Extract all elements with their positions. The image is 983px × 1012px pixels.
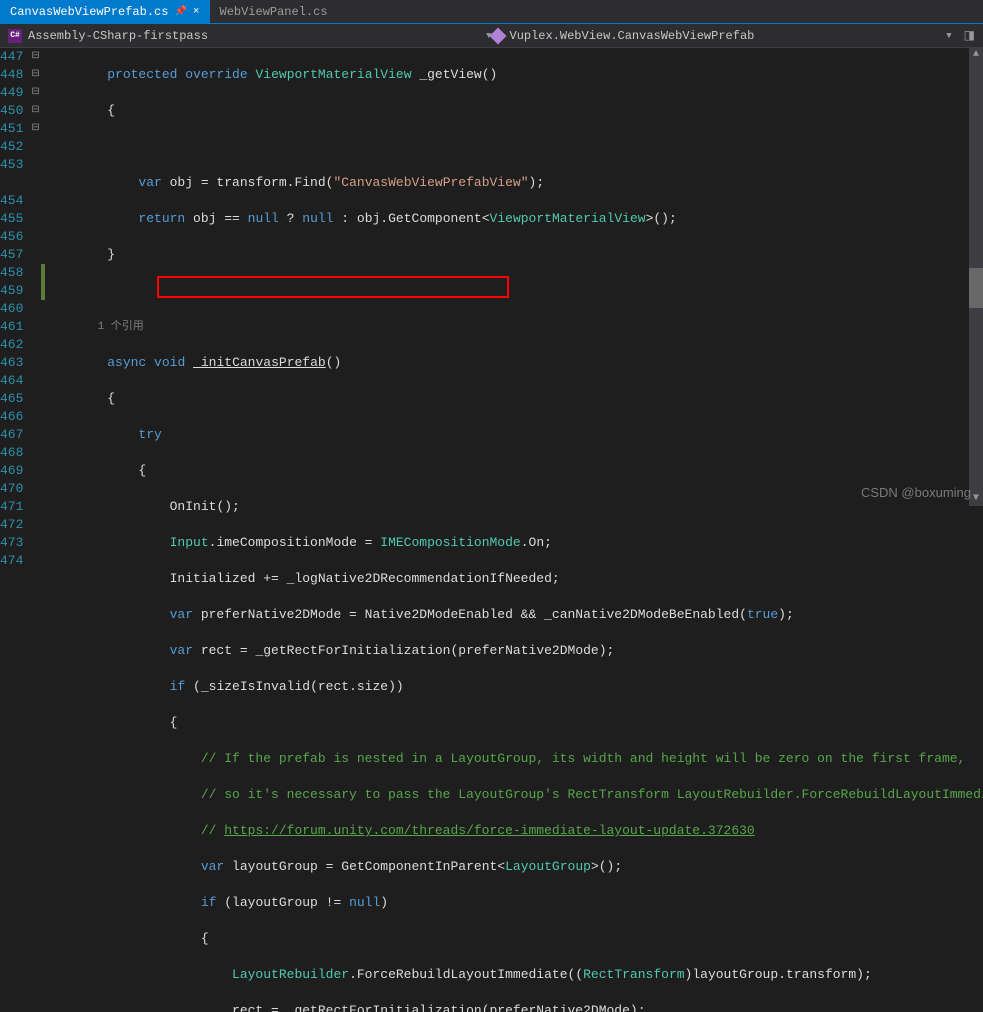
scroll-up-icon[interactable]: ▲ [969, 48, 983, 62]
code-editor[interactable]: 447448449 450451452 453 454455 456457458… [0, 48, 983, 506]
assembly-name: Assembly-CSharp-firstpass [28, 29, 208, 43]
vertical-scrollbar[interactable]: ▲ ▼ [969, 48, 983, 506]
navigation-bar: C# Assembly-CSharp-firstpass ▼ Vuplex.We… [0, 24, 983, 48]
pin-icon[interactable]: 📌 [174, 6, 186, 18]
tab-webviewpanel[interactable]: WebViewPanel.cs [210, 0, 338, 23]
type-dropdown[interactable]: Vuplex.WebView.CanvasWebViewPrefab ▼ ◨ [492, 28, 976, 43]
watermark: CSDN @boxuming [861, 485, 971, 500]
chevron-down-icon: ▼ [946, 31, 951, 41]
close-icon[interactable]: × [193, 6, 200, 18]
line-number-gutter: 447448449 450451452 453 454455 456457458… [0, 48, 31, 506]
scrollbar-thumb[interactable] [969, 268, 983, 308]
assembly-dropdown[interactable]: C# Assembly-CSharp-firstpass ▼ [8, 29, 492, 43]
codelens-references[interactable]: 1 个引用 [98, 321, 144, 333]
tab-canvaswebviewprefab[interactable]: CanvasWebViewPrefab.cs 📌 × [0, 0, 210, 23]
tab-label: WebViewPanel.cs [220, 5, 328, 19]
csharp-icon: C# [8, 29, 22, 43]
tab-bar: CanvasWebViewPrefab.cs 📌 × WebViewPanel.… [0, 0, 983, 24]
code-area[interactable]: protected override ViewportMaterialView … [45, 48, 983, 506]
method-icon [489, 27, 506, 44]
tab-label: CanvasWebViewPrefab.cs [10, 5, 168, 19]
scroll-down-icon[interactable]: ▼ [969, 492, 983, 506]
split-icon[interactable]: ◨ [964, 28, 975, 43]
namespace-name: Vuplex.WebView.CanvasWebViewPrefab [510, 29, 755, 43]
fold-gutter[interactable]: ⊟ ⊟⊟ ⊟⊟ [31, 48, 39, 506]
